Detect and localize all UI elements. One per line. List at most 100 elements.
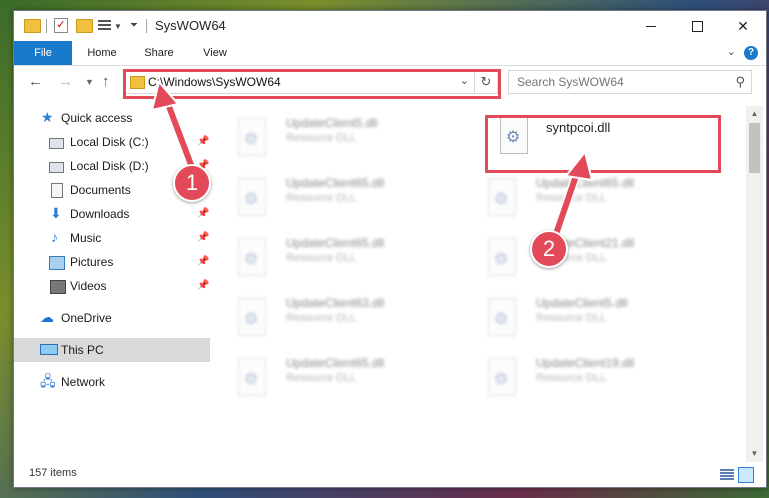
music-icon: ♪ (51, 229, 58, 245)
pin-icon[interactable]: 📌 (197, 130, 209, 154)
dll-file-icon: ⚙ (488, 358, 518, 396)
up-arrow-icon[interactable]: ↑ (102, 73, 110, 90)
file-name: UpdateClient65.dll (536, 176, 635, 190)
large-icons-view-icon[interactable] (738, 467, 754, 483)
chevron-down-icon[interactable]: ▼ (114, 22, 122, 40)
help-icon[interactable]: ? (744, 46, 758, 60)
minimize-button[interactable] (628, 11, 674, 41)
file-name: UpdateClient65.dll (286, 236, 385, 250)
file-type: Resource DLL (536, 372, 607, 384)
file-list[interactable]: ⚙ UpdateClient5.dll Resource DLL ⚙ Updat… (212, 106, 744, 462)
sidebar-item-quick-access[interactable]: ★ Quick access (14, 106, 210, 130)
navigation-bar: ← → ▼ ↑ C:\Windows\SysWOW64 ⌄ ↻ ⚲ (14, 66, 766, 99)
dll-file-icon: ⚙ (488, 178, 518, 216)
file-tile[interactable]: ⚙ UpdateClient5.dll Resource DLL (212, 112, 448, 164)
cloud-icon: ☁ (40, 309, 54, 325)
sidebar-item-local-disk-c[interactable]: Local Disk (C:) 📌 (14, 130, 210, 154)
tab-home[interactable]: Home (76, 41, 128, 65)
recent-locations-chevron-icon[interactable]: ▼ (85, 77, 94, 87)
file-type: Resource DLL (286, 312, 357, 324)
properties-check-icon[interactable]: ✓ (54, 18, 68, 33)
sidebar-item-network[interactable]: 🖧 Network (14, 370, 210, 394)
address-dropdown-icon[interactable]: ⌄ (460, 74, 469, 87)
file-name: UpdateClient19.dll (536, 356, 635, 370)
forward-arrow-icon[interactable]: → (58, 73, 73, 90)
maximize-button[interactable] (674, 11, 720, 41)
file-tile[interactable]: ⚙ UpdateClient65.dll Resource DLL (212, 352, 448, 404)
sidebar-item-label: Documents (70, 183, 131, 197)
pin-icon[interactable]: 📌 (197, 202, 209, 226)
scroll-down-icon[interactable]: ▼ (746, 446, 763, 462)
sidebar-item-pictures[interactable]: Pictures 📌 (14, 250, 210, 274)
sidebar-item-label: Local Disk (C:) (70, 135, 149, 149)
file-explorer-window: ✓ ▼ ⏷ SysWOW64 ✕ File Home Share View ⌄ … (13, 10, 767, 488)
sidebar-item-onedrive[interactable]: ☁ OneDrive (14, 306, 210, 330)
file-tile[interactable]: ⚙ UpdateClient19.dll Resource DLL (462, 352, 698, 404)
scroll-up-icon[interactable]: ▲ (746, 106, 763, 122)
search-input[interactable] (515, 74, 719, 90)
pin-icon[interactable]: 📌 (197, 250, 209, 274)
properties-icon[interactable] (98, 18, 111, 31)
callout-badge-1: 1 (173, 164, 211, 202)
new-folder-icon[interactable] (76, 19, 93, 33)
file-type: Resource DLL (286, 372, 357, 384)
tab-file[interactable]: File (14, 41, 72, 65)
dll-file-icon: ⚙ (500, 116, 530, 154)
sidebar-item-downloads[interactable]: ⬇ Downloads 📌 (14, 202, 210, 226)
file-tile[interactable]: ⚙ UpdateClient65.dll Resource DLL (212, 172, 448, 224)
details-view-icon[interactable] (720, 468, 734, 480)
file-name: syntpcoi.dll (546, 120, 611, 135)
search-box[interactable]: ⚲ (508, 70, 752, 94)
sidebar-item-label: Quick access (61, 111, 133, 125)
sidebar-item-label: Music (70, 231, 102, 245)
dll-file-icon: ⚙ (238, 178, 268, 216)
item-count: 157 items (29, 467, 77, 479)
vertical-scrollbar[interactable]: ▲ ▼ (746, 106, 763, 462)
search-icon[interactable]: ⚲ (735, 74, 745, 90)
file-tile[interactable]: ⚙ UpdateClient65.dll Resource DLL (462, 172, 698, 224)
back-arrow-icon[interactable]: ← (28, 73, 43, 90)
tab-view[interactable]: View (190, 41, 240, 65)
sidebar-item-this-pc[interactable]: This PC (14, 338, 210, 362)
address-path[interactable]: C:\Windows\SysWOW64 (148, 75, 281, 89)
dll-file-icon: ⚙ (238, 118, 268, 156)
file-tile[interactable]: ⚙ UpdateClient65.dll Resource DLL (212, 232, 448, 284)
pin-icon[interactable]: 📌 (197, 274, 209, 298)
scrollbar-thumb[interactable] (749, 123, 760, 173)
sidebar-item-label: Local Disk (D:) (70, 159, 149, 173)
file-type: Resource DLL (536, 192, 607, 204)
close-button[interactable]: ✕ (720, 11, 766, 41)
sidebar-item-music[interactable]: ♪ Music 📌 (14, 226, 210, 250)
download-icon: ⬇ (50, 205, 62, 221)
file-name: UpdateClient63.dll (286, 296, 385, 310)
refresh-icon[interactable]: ↻ (474, 71, 497, 93)
window-title: SysWOW64 (155, 18, 226, 33)
address-bar[interactable]: C:\Windows\SysWOW64 ⌄ ↻ (124, 70, 498, 94)
drive-icon (49, 162, 64, 173)
pictures-icon (49, 256, 65, 270)
network-icon: 🖧 (40, 373, 56, 389)
dll-file-icon: ⚙ (238, 298, 268, 336)
expand-ribbon-icon[interactable]: ⌄ (727, 45, 736, 58)
star-icon: ★ (41, 109, 54, 125)
file-tile[interactable]: ⚙ UpdateClient5.dll Resource DLL (462, 292, 698, 344)
dll-file-icon: ⚙ (488, 298, 518, 336)
title-bar: ✓ ▼ ⏷ SysWOW64 ✕ (14, 11, 766, 41)
file-type: Resource DLL (536, 312, 607, 324)
callout-badge-2: 2 (530, 230, 568, 268)
tab-share[interactable]: Share (132, 41, 186, 65)
file-tile-syntpcoi[interactable]: ⚙ syntpcoi.dll (474, 110, 710, 162)
sidebar-item-videos[interactable]: Videos 📌 (14, 274, 210, 298)
pin-icon[interactable]: 📌 (197, 226, 209, 250)
dll-file-icon: ⚙ (238, 358, 268, 396)
file-type: Resource DLL (286, 192, 357, 204)
file-tile[interactable]: ⚙ UpdateClient21.dll Resource DLL (462, 232, 698, 284)
customize-toolbar-icon[interactable]: ⏷ (130, 20, 138, 38)
file-tile[interactable]: ⚙ UpdateClient63.dll Resource DLL (212, 292, 448, 344)
toolbar-separator (46, 19, 47, 33)
dll-file-icon: ⚙ (238, 238, 268, 276)
title-separator (146, 19, 147, 33)
sidebar-item-label: OneDrive (61, 311, 112, 325)
sidebar-item-label: Pictures (70, 255, 114, 269)
file-name: UpdateClient5.dll (536, 296, 628, 310)
